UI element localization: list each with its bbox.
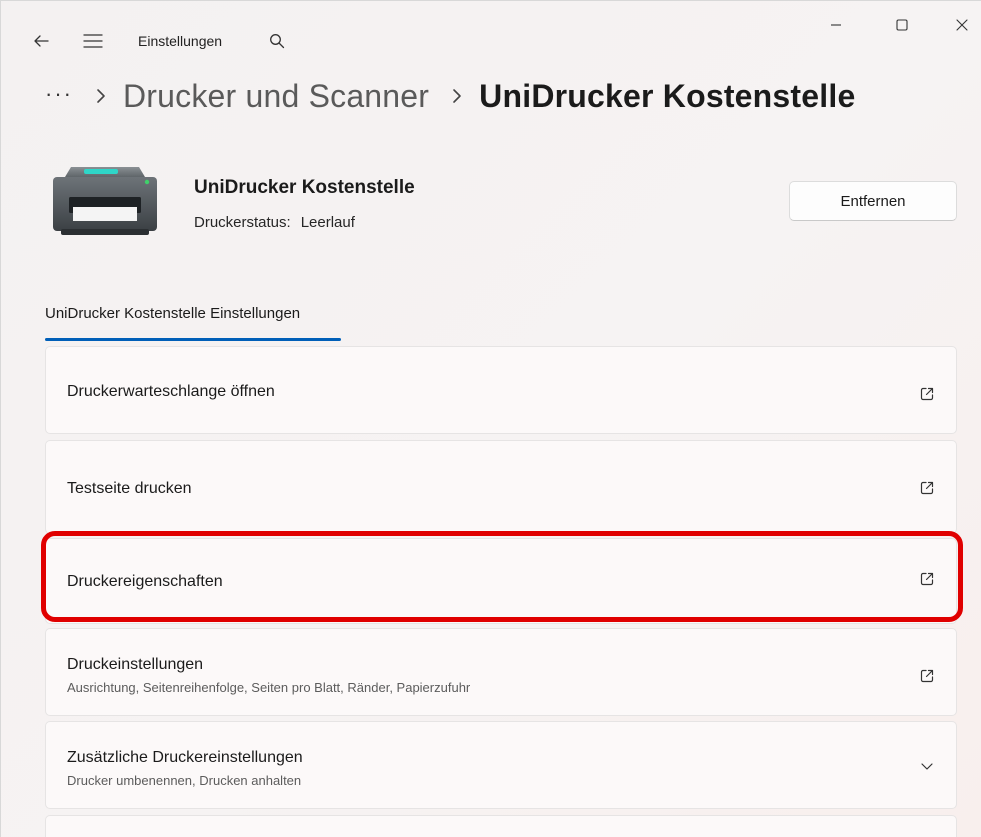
breadcrumb: ··· Drucker und Scanner UniDrucker Koste…	[45, 71, 855, 121]
open-external-icon	[918, 570, 936, 588]
additional-printer-settings-item[interactable]: Zusätzliche Druckereinstellungen Drucker…	[45, 721, 957, 809]
card-title: Zusätzliche Druckereinstellungen	[67, 749, 303, 766]
card-title: Druckerwarteschlange öffnen	[67, 383, 275, 400]
breadcrumb-overflow-button[interactable]: ···	[45, 81, 73, 107]
open-external-icon	[918, 385, 936, 403]
status-value: Leerlauf	[300, 214, 355, 231]
chevron-right-icon	[95, 88, 107, 104]
printer-properties-item[interactable]: Druckereigenschaften	[45, 538, 957, 624]
open-external-icon	[918, 667, 936, 685]
tab-printer-settings[interactable]: UniDrucker Kostenstelle Einstellungen	[45, 305, 300, 322]
back-button[interactable]	[27, 27, 55, 55]
printer-status: Druckerstatus: Leerlauf	[194, 214, 355, 231]
search-button[interactable]	[263, 27, 291, 55]
app-title: Einstellungen	[138, 33, 223, 49]
card-subtitle: Ausrichtung, Seitenreihenfolge, Seiten p…	[67, 680, 471, 695]
search-icon	[270, 34, 285, 49]
card-title: Druckereigenschaften	[67, 573, 223, 590]
open-external-icon	[918, 479, 936, 497]
chevron-right-icon	[451, 88, 463, 104]
chevron-down-icon[interactable]	[918, 757, 936, 775]
maximize-icon	[896, 19, 908, 31]
printer-name: UniDrucker Kostenstelle	[194, 177, 415, 198]
list-item[interactable]	[45, 815, 957, 837]
printer-icon	[53, 167, 157, 235]
hamburger-menu-icon	[83, 34, 103, 48]
arrow-left-icon	[34, 35, 49, 47]
minimize-button[interactable]	[813, 9, 859, 41]
tab-selected-indicator	[45, 338, 341, 341]
maximize-button[interactable]	[879, 9, 925, 41]
printing-preferences-item[interactable]: Druckeinstellungen Ausrichtung, Seitenre…	[45, 628, 957, 716]
remove-button[interactable]: Entfernen	[789, 181, 957, 221]
page-title: UniDrucker Kostenstelle	[479, 77, 856, 114]
settings-window: Einstellungen ··· Drucker und Scanner Un…	[0, 0, 981, 837]
breadcrumb-item-printers[interactable]: Drucker und Scanner	[123, 78, 429, 115]
close-icon	[956, 19, 968, 31]
minimize-icon	[831, 24, 841, 26]
close-button[interactable]	[939, 9, 981, 41]
title-bar: Einstellungen	[1, 1, 981, 71]
card-title: Druckeinstellungen	[67, 656, 204, 673]
navigation-menu-button[interactable]	[79, 27, 107, 55]
card-title: Testseite drucken	[67, 480, 192, 497]
card-subtitle: Drucker umbenennen, Drucken anhalten	[67, 773, 302, 788]
open-print-queue-item[interactable]: Druckerwarteschlange öffnen	[45, 346, 957, 434]
print-test-page-item[interactable]: Testseite drucken	[45, 440, 957, 534]
status-label: Druckerstatus:	[194, 214, 291, 231]
